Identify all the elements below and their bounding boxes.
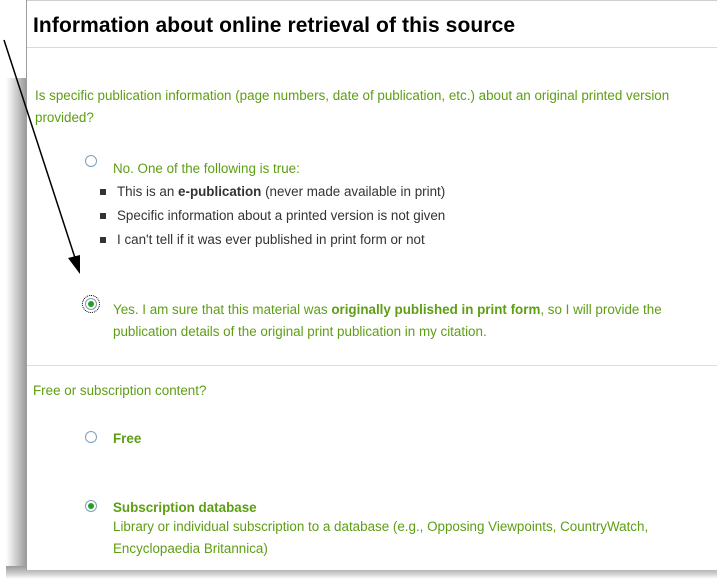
radio-subscription-icon[interactable] — [85, 500, 97, 512]
bullet-prefix: This is an — [117, 184, 179, 199]
square-bullet-icon — [100, 213, 106, 219]
list-item: I can't tell if it was ever published in… — [100, 228, 445, 252]
radio-free-icon[interactable] — [85, 431, 97, 443]
list-item: Specific information about a printed ver… — [100, 204, 445, 228]
square-bullet-icon — [100, 189, 106, 195]
bullet-prefix: I can't tell if it was ever published in… — [117, 232, 425, 247]
section-heading: Information about online retrieval of th… — [33, 14, 516, 37]
bullet-prefix: Specific information about a printed ver… — [117, 208, 446, 223]
no-reasons-list: This is an e-publication (never made ava… — [100, 180, 445, 252]
content-question-text: Free or subscription content? — [33, 383, 207, 398]
bullet-bold: e-publication — [178, 184, 262, 199]
list-item: This is an e-publication (never made ava… — [100, 180, 445, 204]
radio-yes-icon[interactable] — [82, 295, 100, 313]
section-header: Information about online retrieval of th… — [27, 0, 717, 48]
print-question-text: Is specific publication information (pag… — [35, 88, 670, 125]
option-no-label[interactable]: No. One of the following is true: — [113, 158, 300, 180]
bullet-suffix: (never made available in print) — [261, 184, 446, 199]
subscription-description: Library or individual subscription to a … — [113, 519, 649, 556]
option-free-label[interactable]: Free — [113, 428, 141, 450]
section-divider — [27, 365, 717, 366]
yes-label-bold: originally published in print form — [331, 302, 541, 317]
retrieval-info-panel: Information about online retrieval of th… — [26, 0, 717, 570]
radio-no-icon[interactable] — [85, 155, 97, 167]
panel-shadow-left — [6, 78, 26, 575]
option-yes-label[interactable]: Yes. I am sure that this material was or… — [113, 299, 703, 343]
yes-label-prefix: Yes. I am sure that this material was — [113, 302, 332, 317]
square-bullet-icon — [100, 237, 106, 243]
